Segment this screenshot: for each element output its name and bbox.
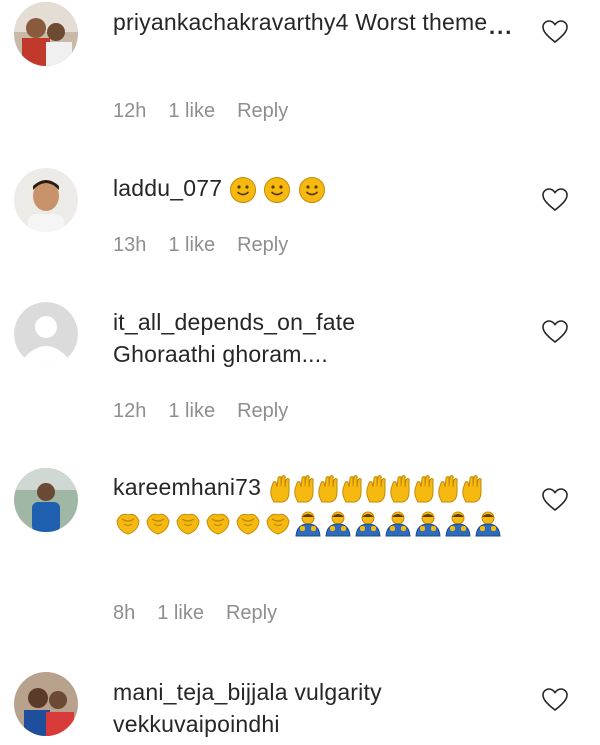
thumbs-icon <box>318 475 338 503</box>
comment-text-block: it_all_depends_on_fate Ghoraathi ghoram.… <box>113 306 508 370</box>
more-options-icon[interactable]: ... <box>489 14 513 40</box>
clapping-hands-icon <box>176 513 200 535</box>
bowing-person-icon <box>415 511 441 537</box>
avatar[interactable] <box>14 168 78 232</box>
comment-meta: 13h 1 like Reply <box>113 234 288 257</box>
heart-icon[interactable] <box>542 688 568 712</box>
thumbs-icon <box>294 475 314 503</box>
thumbs-icon <box>270 475 290 503</box>
avatar[interactable] <box>14 302 78 366</box>
heart-icon[interactable] <box>542 188 568 212</box>
clapping-hands-icon <box>116 513 140 535</box>
comment-text-block: kareemhani73 <box>113 470 508 538</box>
smiling-face-icon <box>299 176 326 203</box>
bowing-person-icon <box>295 511 321 537</box>
comment-likes[interactable]: 1 like <box>168 100 215 123</box>
comment-time: 12h <box>113 100 147 122</box>
comment-text-block: mani_teja_bijjala vulgarity vekkuvaipoin… <box>113 676 508 740</box>
avatar[interactable] <box>14 2 78 66</box>
clapping-hands-icon <box>206 513 230 535</box>
avatar[interactable] <box>14 672 78 736</box>
avatar[interactable] <box>14 468 78 532</box>
comment-likes[interactable]: 1 like <box>168 234 215 257</box>
bowing-person-icon <box>445 511 471 537</box>
clapping-hands-icon <box>266 513 290 535</box>
reply-button[interactable]: Reply <box>237 100 288 123</box>
bowing-person-icon <box>385 511 411 537</box>
thumbs-icon <box>462 475 482 503</box>
bowing-person-icon <box>475 511 501 537</box>
comment-text-block: laddu_077 <box>113 172 508 204</box>
clapping-hands-icon <box>146 513 170 535</box>
comment-meta: 12h 1 like Reply <box>113 100 288 123</box>
comment-username[interactable]: it_all_depends_on_fate <box>113 309 355 335</box>
heart-icon[interactable] <box>542 488 568 512</box>
comment-likes[interactable]: 1 like <box>157 602 204 625</box>
comment-username[interactable]: kareemhani73 <box>113 474 261 500</box>
comment-likes[interactable]: 1 like <box>168 400 215 423</box>
comment-username[interactable]: mani_teja_bijjala <box>113 679 288 705</box>
reply-button[interactable]: Reply <box>226 602 277 625</box>
comment-meta: 8h 1 like Reply <box>113 602 277 625</box>
thumbs-icon <box>438 475 458 503</box>
comment-username[interactable]: laddu_077 <box>113 175 222 201</box>
bowing-person-icon <box>325 511 351 537</box>
emoji-group <box>229 175 326 203</box>
heart-icon[interactable] <box>542 20 568 44</box>
comment-text: Worst theme <box>355 9 488 35</box>
comment-meta: 12h 1 like Reply <box>113 400 288 423</box>
thumbs-icon <box>414 475 434 503</box>
thumbs-icon <box>390 475 410 503</box>
comment-text: Ghoraathi ghoram.... <box>113 341 328 367</box>
heart-icon[interactable] <box>542 320 568 344</box>
comment-time: 12h <box>113 400 147 422</box>
comment-time: 13h <box>113 234 147 256</box>
reply-button[interactable]: Reply <box>237 400 288 423</box>
clapping-hands-icon <box>236 513 260 535</box>
comment-time: 8h <box>113 602 136 624</box>
reply-button[interactable]: Reply <box>237 234 288 257</box>
bowing-person-icon <box>355 511 381 537</box>
thumbs-icon <box>342 475 362 503</box>
comment-username[interactable]: priyankachakravarthy4 <box>113 9 349 35</box>
smiling-face-icon <box>264 176 291 203</box>
thumbs-icon <box>366 475 386 503</box>
comment-text-block: priyankachakravarthy4 Worst theme <box>113 6 508 38</box>
smiling-face-icon <box>229 176 256 203</box>
